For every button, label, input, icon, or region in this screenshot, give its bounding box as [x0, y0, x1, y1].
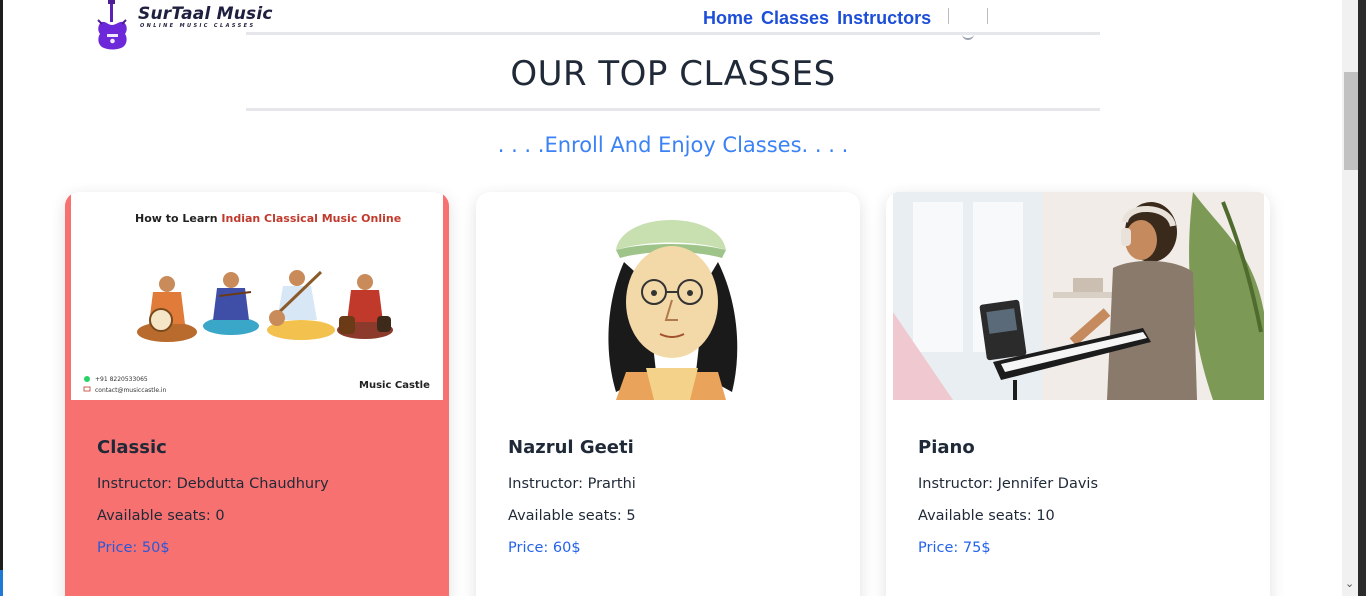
image-phone: +91 8220533065 [95, 376, 148, 383]
card-body: Classic Instructor: Debdutta Chaudhury A… [97, 436, 425, 558]
nav-instructors[interactable]: Instructors [837, 8, 931, 29]
class-image-nazrul-geeti [586, 192, 756, 400]
class-image-classic: How to Learn Indian Classical Music Onli… [71, 192, 443, 400]
page: SurTaal Music ONLINE MUSIC CLASSES Home … [0, 0, 1366, 596]
class-seats: Available seats: 5 [508, 508, 636, 524]
section-title: OUR TOP CLASSES [510, 54, 836, 94]
class-card-piano[interactable]: Piano Instructor: Jennifer Davis Availab… [886, 192, 1270, 596]
heading-rule-bottom [246, 108, 1100, 111]
class-seats: Available seats: 0 [97, 508, 225, 524]
card-body: Piano Instructor: Jennifer Davis Availab… [918, 436, 1246, 558]
class-price: Price: 60$ [508, 540, 581, 556]
class-price: Price: 50$ [97, 540, 170, 556]
class-title: Classic [97, 437, 167, 458]
class-instructor: Instructor: Jennifer Davis [918, 476, 1099, 492]
heading-rule-top [246, 32, 1100, 35]
card-body: Nazrul Geeti Instructor: Prarthi Availab… [508, 436, 836, 558]
class-price: Price: 75$ [918, 540, 991, 556]
image-email: contact@musiccastle.in [95, 387, 167, 394]
image-title-highlight: Indian Classical Music Online [221, 212, 401, 225]
class-image-piano [893, 192, 1264, 400]
class-seats: Available seats: 10 [918, 508, 1055, 524]
window-edge [0, 0, 3, 596]
avatar-frame [948, 8, 988, 24]
nav-home[interactable]: Home [703, 8, 753, 29]
class-title: Piano [918, 437, 975, 458]
class-card-nazrul-geeti[interactable]: Nazrul Geeti Instructor: Prarthi Availab… [476, 192, 860, 596]
chevron-down-icon[interactable]: ⌄ [1345, 578, 1354, 590]
site-logo[interactable]: SurTaal Music ONLINE MUSIC CLASSES [94, 0, 304, 52]
piano-player-photo [893, 192, 1264, 400]
section-subtitle: . . . .Enroll And Enjoy Classes. . . . [497, 133, 849, 157]
class-instructor: Instructor: Prarthi [508, 476, 636, 492]
page-scrollbar[interactable]: ⌄ [1342, 0, 1366, 596]
logo-subtitle: ONLINE MUSIC CLASSES [140, 23, 256, 29]
nav-classes[interactable]: Classes [761, 8, 829, 29]
image-brand: Music Castle [359, 380, 430, 391]
class-instructor: Instructor: Debdutta Chaudhury [97, 476, 329, 492]
class-title: Nazrul Geeti [508, 437, 634, 458]
class-card-classic[interactable]: How to Learn Indian Classical Music Onli… [65, 192, 449, 596]
image-title-prefix: How to Learn [135, 212, 221, 225]
whatsapp-icon [84, 376, 90, 382]
window-edge-right [1358, 0, 1366, 596]
guitar-icon [97, 0, 127, 50]
scrollbar-thumb[interactable] [1344, 72, 1358, 170]
svg-text:How to Learn Indian Classical: How to Learn Indian Classical Music Onli… [135, 212, 401, 225]
portrait-illustration [586, 192, 756, 400]
classical-music-illustration: How to Learn Indian Classical Music Onli… [71, 192, 443, 400]
logo-title: SurTaal Music [138, 4, 273, 24]
main-nav: Home Classes Instructors [703, 8, 931, 29]
